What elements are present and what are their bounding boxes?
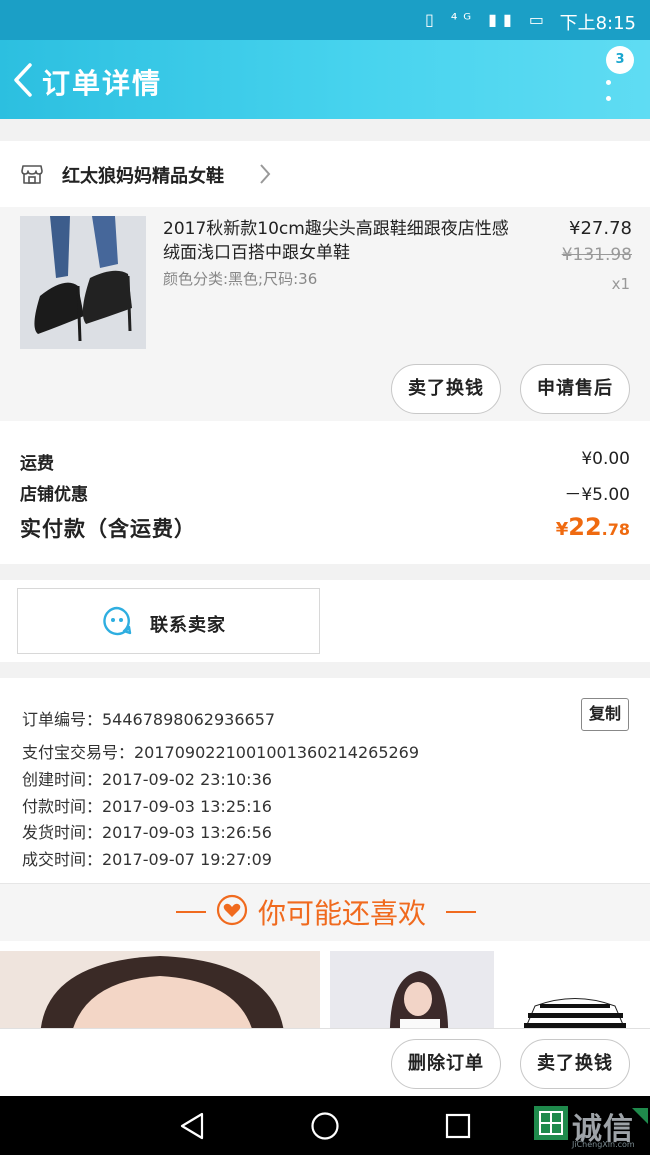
fee-summary: 运费 ¥0.00 店铺优惠 －¥5.00 实付款（含运费） ¥22.78: [0, 421, 650, 564]
delete-order-button[interactable]: 删除订单: [391, 1039, 501, 1089]
notification-badge: 3: [606, 46, 634, 74]
divider-left: [176, 911, 206, 913]
chevron-right-icon: [258, 163, 272, 185]
status-icons: ▯ ⁴ᴳ ▮▮ ▭: [424, 10, 550, 29]
product-title[interactable]: 2017秋新款10cm趣尖头高跟鞋细跟夜店性感绒面浅口百搭中跟女单鞋: [163, 217, 518, 265]
order-info: 订单编号：54467898062936657 支付宝交易号：2017090221…: [0, 678, 650, 883]
total-label: 实付款（含运费）: [20, 517, 196, 541]
product-price: ¥27.78: [569, 218, 632, 239]
more-dot-icon: [606, 96, 611, 101]
alipay-transaction-number: 支付宝交易号：2017090221001001360214265269: [22, 743, 420, 762]
recommend-item[interactable]: [500, 951, 650, 1028]
store-icon: [20, 162, 44, 186]
recommend-item[interactable]: [0, 951, 320, 1028]
watermark-logo: 诚信 JiChengXin.com: [532, 1102, 650, 1150]
shop-row[interactable]: 红太狼妈妈精品女鞋: [0, 141, 650, 207]
nav-home-icon[interactable]: [310, 1111, 340, 1145]
watermark-subtext: JiChengXin.com: [572, 1140, 635, 1149]
page-title: 订单详情: [42, 67, 163, 100]
product-quantity: x1: [611, 275, 630, 293]
copy-button[interactable]: 复制: [581, 698, 629, 731]
product-block: 2017秋新款10cm趣尖头高跟鞋细跟夜店性感绒面浅口百搭中跟女单鞋 颜色分类:…: [0, 207, 650, 421]
contact-seller-label: 联系卖家: [150, 615, 226, 636]
recommend-header: 你可能还喜欢: [0, 883, 650, 941]
discount-value: －¥5.00: [564, 485, 630, 505]
status-bar: ▯ ⁴ᴳ ▮▮ ▭ 下上8:15: [0, 0, 650, 40]
back-icon[interactable]: [10, 62, 38, 98]
more-dot-icon: [606, 80, 611, 85]
paid-time: 付款时间：2017-09-03 13:25:16: [22, 797, 272, 816]
total-value: ¥22.78: [556, 513, 630, 541]
shop-name: 红太狼妈妈精品女鞋: [62, 166, 224, 187]
status-time: 下上8:15: [559, 13, 636, 34]
contact-seller-button[interactable]: 联系卖家: [17, 588, 320, 654]
recommend-item[interactable]: [330, 951, 494, 1028]
product-image[interactable]: [20, 216, 146, 349]
header: 订单详情 3: [0, 40, 650, 119]
shipping-value: ¥0.00: [581, 449, 630, 469]
product-original-price: ¥131.98: [561, 245, 632, 265]
total-currency: ¥: [555, 519, 569, 540]
divider-right: [446, 911, 476, 913]
total-decimal: .78: [601, 520, 630, 539]
resell-button[interactable]: 卖了换钱: [391, 364, 501, 414]
resell-button-bottom[interactable]: 卖了换钱: [520, 1039, 630, 1089]
created-time: 创建时间：2017-09-02 23:10:36: [22, 770, 272, 789]
chat-icon: [102, 606, 132, 636]
heart-icon: [216, 894, 248, 926]
shipped-time: 发货时间：2017-09-03 13:26:56: [22, 823, 272, 842]
bottom-action-bar: 删除订单 卖了换钱: [0, 1028, 650, 1096]
completed-time: 成交时间：2017-09-07 19:27:09: [22, 850, 272, 869]
product-sku: 颜色分类:黑色;尺码:36: [163, 270, 318, 288]
nav-recents-icon[interactable]: [445, 1113, 471, 1143]
recommend-title: 你可能还喜欢: [258, 897, 427, 930]
system-nav-bar: 诚信 JiChengXin.com: [0, 1096, 650, 1155]
order-number: 订单编号：54467898062936657: [22, 710, 276, 729]
contact-section: 联系卖家: [0, 580, 650, 662]
after-sale-button[interactable]: 申请售后: [520, 364, 630, 414]
nav-back-icon[interactable]: [178, 1111, 206, 1145]
shipping-label: 运费: [20, 454, 54, 474]
discount-label: 店铺优惠: [20, 485, 88, 505]
recommend-grid: [0, 941, 650, 1028]
total-integer: 22: [568, 513, 602, 541]
